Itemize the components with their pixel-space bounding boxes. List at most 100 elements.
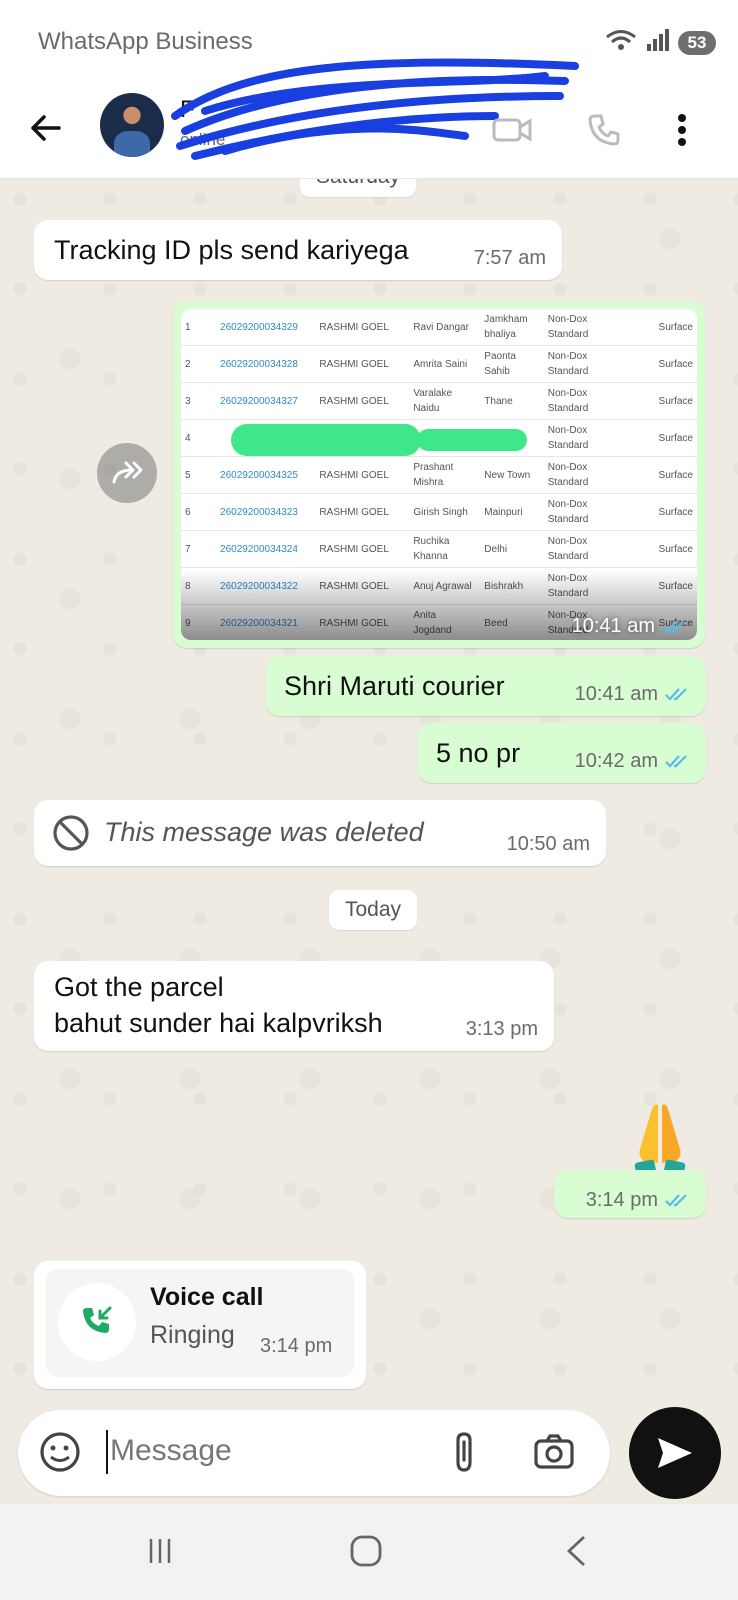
table-cell: 1 <box>181 309 217 346</box>
incoming-call-icon <box>83 1306 112 1333</box>
table-cell: RASHMI GOEL <box>315 345 410 383</box>
message-incoming[interactable]: Tracking ID pls send kariyega 7:57 am <box>34 220 562 280</box>
table-cell: Non-Dox Standard <box>543 309 631 346</box>
status-bar: WhatsApp Business 53 <box>0 0 738 86</box>
more-options-button[interactable] <box>658 106 706 154</box>
table-cell: Non-Dox Standard <box>543 345 631 383</box>
table-row: 1 26029200034329 RASHMI GOEL Ravi Dangar Jam… <box>181 309 697 346</box>
message-incoming-deleted[interactable]: This message was deleted 10:50 am <box>34 800 606 866</box>
table-cell: Non-Dox Standard <box>543 382 631 420</box>
message-time: 3:14 pm <box>585 1189 658 1211</box>
table-cell: Non-Dox Standard <box>543 456 631 494</box>
table-cell: 4 <box>181 419 217 457</box>
table-cell: 26029200034329 <box>216 309 316 346</box>
call-card[interactable]: Voice call Ringing 3:14 pm <box>46 1269 354 1377</box>
table-cell: Thane <box>480 382 544 420</box>
double-tick-icon <box>662 620 684 634</box>
table-cell: RASHMI GOEL <box>315 309 410 346</box>
contact-avatar[interactable] <box>100 93 164 157</box>
table-row: 5 26029200034325 RASHMI GOEL Prashant Mishr… <box>181 456 697 494</box>
table-cell: Surface <box>630 456 697 494</box>
table-cell: RASHMI GOEL <box>315 530 410 568</box>
camera-button[interactable] <box>532 1430 576 1479</box>
call-title: Voice call <box>150 1283 264 1311</box>
message-text: Tracking ID pls send kariyega <box>54 235 409 265</box>
voice-call-button[interactable] <box>580 106 628 154</box>
back-arrow-icon <box>31 115 61 141</box>
message-outgoing[interactable]: 5 no pr 10:42 am <box>418 723 706 783</box>
chat-header: F online <box>0 58 738 179</box>
attach-button[interactable] <box>446 1430 482 1481</box>
chat-area[interactable]: Saturday Tracking ID pls send kariyega 7… <box>0 179 738 1401</box>
image-message[interactable]: 1 26029200034329 RASHMI GOEL Ravi Dangar Jam… <box>173 301 705 648</box>
table-cell: 26029200034325 <box>216 456 316 494</box>
message-outgoing-meta[interactable]: 3:14 pm <box>554 1170 706 1218</box>
table-row: 7 26029200034324 RASHMI GOEL Ruchika Khanna… <box>181 530 697 568</box>
message-incoming[interactable]: Got the parcel bahut sunder hai kalpvrik… <box>34 961 554 1051</box>
image-time: 10:41 am <box>572 615 687 638</box>
table-row: 2 26029200034328 RASHMI GOEL Amrita Saini Pa… <box>181 345 697 383</box>
message-time: 3:13 pm <box>465 1018 538 1040</box>
message-input[interactable]: Message <box>110 1434 232 1468</box>
message-time: 10:50 am <box>506 833 590 855</box>
recents-icon <box>149 1539 171 1563</box>
table-cell: Surface <box>630 419 697 457</box>
message-time-wrap: 10:41 am <box>575 676 690 712</box>
table-cell: 2 <box>181 345 217 383</box>
battery-icon: 53 <box>678 30 716 55</box>
send-icon <box>658 1438 692 1468</box>
send-button[interactable] <box>629 1407 721 1499</box>
video-call-icon <box>492 118 532 142</box>
table-cell: RASHMI GOEL <box>315 493 410 531</box>
video-call-button[interactable] <box>488 106 536 154</box>
back-button[interactable] <box>24 106 68 150</box>
contact-status: online <box>180 130 226 149</box>
message-time-wrap: 10:42 am <box>575 743 690 779</box>
table-cell: 3 <box>181 382 217 420</box>
message-input-bar: Message <box>18 1410 610 1496</box>
camera-icon <box>534 1434 574 1469</box>
table-cell: Prashant Mishra <box>409 456 481 494</box>
message-text-line1: Got the parcel <box>54 972 224 1002</box>
message-time: 10:41 am <box>574 683 658 705</box>
home-button[interactable] <box>336 1526 396 1576</box>
emoji-button[interactable] <box>38 1430 82 1479</box>
message-time-wrap: 3:14 pm <box>586 1182 690 1218</box>
table-cell: Mainpuri <box>480 493 544 531</box>
signal-icon <box>646 28 670 57</box>
date-separator-today: Today <box>329 890 418 930</box>
system-nav-bar <box>0 1504 738 1600</box>
table-row: 3 26029200034327 RASHMI GOEL Varalake Naidu… <box>181 382 697 420</box>
status-icons: 53 <box>604 28 716 57</box>
table-cell: Ruchika Khanna <box>409 530 481 568</box>
table-cell: Non-Dox Standard <box>543 530 631 568</box>
date-separator-saturday: Saturday <box>300 179 417 197</box>
table-cell: New Town <box>480 456 544 494</box>
table-cell: Jamkham bhaliya <box>480 309 544 346</box>
redaction-mark <box>231 424 421 456</box>
table-cell: Surface <box>630 345 697 383</box>
message-text: 5 no pr <box>436 738 521 768</box>
message-text-line2: bahut sunder hai kalpvriksh <box>54 1008 383 1038</box>
call-status: Ringing <box>150 1321 235 1349</box>
table-cell: Surface <box>630 382 697 420</box>
table-cell: 5 <box>181 456 217 494</box>
table-cell: Paonta Sahib <box>480 345 544 383</box>
message-text: This message was deleted <box>104 817 424 847</box>
chevron-left-icon <box>566 1535 585 1567</box>
table-cell: 26029200034324 <box>216 530 316 568</box>
contact-name[interactable]: F <box>180 96 195 124</box>
table-cell: Varalake Naidu <box>409 382 481 420</box>
back-nav-button[interactable] <box>546 1526 606 1576</box>
message-time: 10:41 am <box>571 615 655 637</box>
forward-button[interactable] <box>97 443 157 503</box>
table-cell: Non-Dox Standard <box>543 493 631 531</box>
table-cell: RASHMI GOEL <box>315 456 410 494</box>
text-caret <box>106 1430 108 1474</box>
table-cell: Surface <box>630 493 697 531</box>
recents-button[interactable] <box>130 1526 190 1576</box>
double-tick-icon <box>665 755 687 768</box>
message-outgoing[interactable]: Shri Maruti courier 10:41 am <box>266 656 706 716</box>
sticker-icon <box>40 1432 80 1472</box>
table-cell: 26029200034328 <box>216 345 316 383</box>
